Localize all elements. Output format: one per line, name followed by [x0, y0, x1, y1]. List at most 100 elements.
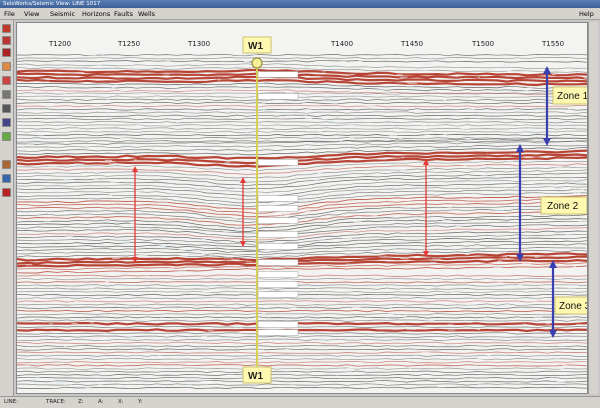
- well-pick-marker[interactable]: [257, 93, 299, 100]
- menu-help[interactable]: Help: [579, 8, 594, 20]
- well-pick-marker[interactable]: [257, 271, 299, 278]
- noise-speck: [483, 279, 489, 281]
- noise-speck: [138, 305, 146, 307]
- well-pick-marker[interactable]: [257, 243, 299, 250]
- well-pick-marker[interactable]: [257, 231, 299, 238]
- menu-seismic[interactable]: Seismic: [50, 8, 75, 20]
- noise-speck: [547, 59, 557, 61]
- noise-speck: [253, 188, 256, 190]
- noise-speck: [65, 196, 70, 198]
- trace-label-t1400: T1400: [330, 40, 353, 48]
- well-pick-marker[interactable]: [257, 205, 299, 212]
- status-x: X:: [118, 399, 124, 405]
- fault-tool-icon[interactable]: [2, 160, 11, 169]
- menu-faults[interactable]: Faults: [114, 8, 133, 20]
- noise-speck: [45, 81, 50, 83]
- zoom-tool-icon[interactable]: [2, 24, 11, 33]
- stop-tool-icon[interactable]: [2, 48, 11, 57]
- noise-speck: [563, 238, 568, 240]
- well-pick-marker[interactable]: [257, 281, 299, 288]
- noise-speck: [120, 344, 125, 346]
- noise-speck: [317, 130, 322, 132]
- noise-speck: [388, 170, 398, 171]
- noise-speck: [415, 215, 418, 217]
- noise-speck: [537, 374, 541, 376]
- noise-speck: [249, 385, 255, 387]
- noise-speck: [35, 314, 39, 316]
- noise-speck: [201, 380, 212, 382]
- noise-speck: [555, 388, 565, 390]
- noise-speck: [182, 353, 187, 355]
- noise-speck: [387, 187, 394, 189]
- pick-tool-icon[interactable]: [2, 62, 11, 71]
- noise-speck: [101, 375, 106, 377]
- pan-tool-icon[interactable]: [2, 36, 11, 45]
- noise-speck: [296, 299, 306, 301]
- noise-speck: [233, 326, 242, 328]
- well-pick-marker[interactable]: [257, 259, 299, 266]
- menu-view[interactable]: View: [24, 8, 39, 20]
- noise-speck: [261, 313, 266, 315]
- noise-speck: [31, 290, 35, 292]
- noise-speck: [574, 140, 577, 142]
- noise-speck: [105, 117, 112, 119]
- noise-speck: [94, 94, 99, 96]
- noise-speck: [119, 113, 126, 115]
- noise-speck: [299, 213, 307, 215]
- noise-speck: [556, 191, 566, 193]
- noise-speck: [332, 216, 337, 218]
- well-pick-marker[interactable]: [257, 71, 299, 78]
- menu-wells[interactable]: Wells: [138, 8, 155, 20]
- menu-horizons[interactable]: Horizons: [82, 8, 110, 20]
- noise-speck: [355, 361, 362, 363]
- well-pick-marker[interactable]: [257, 321, 299, 328]
- noise-speck: [182, 198, 188, 200]
- well-pick-marker[interactable]: [257, 217, 299, 224]
- menu-file[interactable]: File: [4, 8, 15, 20]
- noise-speck: [196, 334, 201, 336]
- well-pick-marker[interactable]: [257, 329, 299, 336]
- well-pick-marker[interactable]: [257, 195, 299, 202]
- noise-speck: [380, 312, 387, 314]
- noise-speck: [428, 230, 433, 232]
- seismic-section-view[interactable]: T1200 T1250 T1300 T1400 T1450 T1500 T155…: [16, 22, 588, 394]
- noise-speck: [472, 192, 476, 194]
- noise-speck: [407, 82, 418, 84]
- noise-speck: [318, 200, 323, 202]
- noise-speck: [71, 322, 78, 324]
- noise-speck: [400, 169, 406, 171]
- noise-speck: [354, 321, 361, 323]
- noise-speck: [350, 73, 356, 75]
- grid-tool-icon[interactable]: [2, 118, 11, 127]
- noise-speck: [194, 91, 199, 93]
- layer-tool-icon[interactable]: [2, 76, 11, 85]
- noise-speck: [436, 280, 440, 282]
- noise-speck: [319, 119, 328, 121]
- noise-speck: [575, 66, 581, 68]
- ruler-tool-icon[interactable]: [2, 104, 11, 113]
- noise-speck: [123, 208, 129, 210]
- noise-speck: [465, 304, 476, 306]
- pencil-tool-icon[interactable]: [2, 90, 11, 99]
- noise-speck: [164, 378, 174, 380]
- noise-speck: [266, 182, 271, 184]
- noise-speck: [20, 335, 24, 337]
- well-pick-marker[interactable]: [257, 291, 299, 298]
- noise-speck: [479, 372, 487, 374]
- noise-speck: [110, 181, 120, 183]
- seismic-section-svg[interactable]: T1200 T1250 T1300 T1400 T1450 T1500 T155…: [17, 23, 587, 393]
- noise-speck: [507, 70, 512, 72]
- well-pick-marker[interactable]: [257, 159, 299, 166]
- well-head-icon[interactable]: [251, 57, 263, 69]
- noise-speck: [48, 148, 54, 149]
- vertical-scrollbar[interactable]: [588, 22, 598, 394]
- color-tool-icon[interactable]: [2, 132, 11, 141]
- noise-speck: [209, 254, 212, 256]
- noise-speck: [411, 208, 418, 210]
- horizon-tool-icon[interactable]: [2, 174, 11, 183]
- noise-speck: [486, 310, 494, 311]
- noise-speck: [204, 234, 211, 236]
- record-tool-icon[interactable]: [2, 188, 11, 197]
- noise-speck: [305, 66, 308, 67]
- noise-speck: [24, 364, 31, 366]
